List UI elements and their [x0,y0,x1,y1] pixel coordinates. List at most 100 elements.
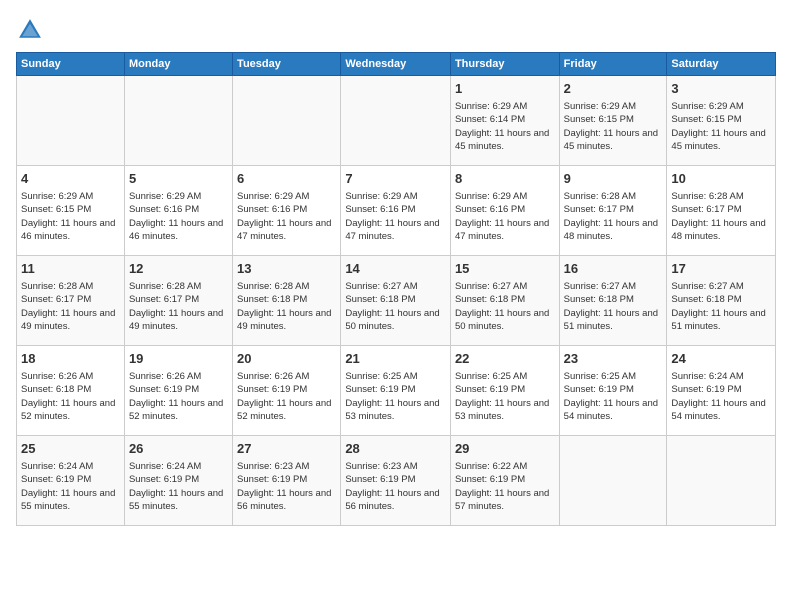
day-info: Sunrise: 6:23 AM Sunset: 6:19 PM Dayligh… [345,460,446,513]
day-number: 21 [345,350,446,368]
day-number: 11 [21,260,120,278]
day-cell: 21 Sunrise: 6:25 AM Sunset: 6:19 PM Dayli… [341,346,451,436]
week-row-3: 18 Sunrise: 6:26 AM Sunset: 6:18 PM Dayli… [17,346,776,436]
day-number: 18 [21,350,120,368]
day-cell: 9Sunrise: 6:28 AM Sunset: 6:17 PM Daylig… [559,166,667,256]
day-info: Sunrise: 6:28 AM Sunset: 6:17 PM Dayligh… [21,280,120,333]
day-cell: 7 Sunrise: 6:29 AM Sunset: 6:16 PM Daylig… [341,166,451,256]
day-cell: 19 Sunrise: 6:26 AM Sunset: 6:19 PM Dayli… [124,346,232,436]
day-number: 22 [455,350,555,368]
day-number: 17 [671,260,771,278]
header-cell-sunday: Sunday [17,53,125,76]
day-number: 23 [564,350,663,368]
day-cell: 22 Sunrise: 6:25 AM Sunset: 6:19 PM Dayli… [450,346,559,436]
day-cell: 29 Sunrise: 6:22 AM Sunset: 6:19 PM Dayli… [450,436,559,526]
week-row-4: 25Sunrise: 6:24 AM Sunset: 6:19 PM Dayli… [17,436,776,526]
header-row: SundayMondayTuesdayWednesdayThursdayFrid… [17,53,776,76]
day-info: Sunrise: 6:29 AM Sunset: 6:16 PM Dayligh… [455,190,555,243]
day-cell [667,436,776,526]
day-number: 13 [237,260,336,278]
week-row-2: 11 Sunrise: 6:28 AM Sunset: 6:17 PM Dayli… [17,256,776,346]
day-cell: 15 Sunrise: 6:27 AM Sunset: 6:18 PM Dayli… [450,256,559,346]
day-number: 12 [129,260,228,278]
day-cell: 8 Sunrise: 6:29 AM Sunset: 6:16 PM Daylig… [450,166,559,256]
day-info: Sunrise: 6:27 AM Sunset: 6:18 PM Dayligh… [671,280,771,333]
header-cell-monday: Monday [124,53,232,76]
day-number: 16 [564,260,663,278]
logo [16,16,48,44]
day-info: Sunrise: 6:27 AM Sunset: 6:18 PM Dayligh… [455,280,555,333]
day-number: 2 [564,80,663,98]
calendar-body: 1 Sunrise: 6:29 AM Sunset: 6:14 PM Daylig… [17,76,776,526]
day-info: Sunrise: 6:29 AM Sunset: 6:15 PM Dayligh… [671,100,771,153]
day-cell: 3 Sunrise: 6:29 AM Sunset: 6:15 PM Daylig… [667,76,776,166]
day-cell: 26Sunrise: 6:24 AM Sunset: 6:19 PM Dayli… [124,436,232,526]
header-cell-tuesday: Tuesday [233,53,341,76]
day-info: Sunrise: 6:23 AM Sunset: 6:19 PM Dayligh… [237,460,336,513]
day-number: 27 [237,440,336,458]
calendar-table: SundayMondayTuesdayWednesdayThursdayFrid… [16,52,776,526]
day-info: Sunrise: 6:27 AM Sunset: 6:18 PM Dayligh… [345,280,446,333]
day-cell [124,76,232,166]
header-cell-wednesday: Wednesday [341,53,451,76]
day-info: Sunrise: 6:29 AM Sunset: 6:16 PM Dayligh… [129,190,228,243]
calendar-header: SundayMondayTuesdayWednesdayThursdayFrid… [17,53,776,76]
day-info: Sunrise: 6:24 AM Sunset: 6:19 PM Dayligh… [21,460,120,513]
day-cell: 17 Sunrise: 6:27 AM Sunset: 6:18 PM Dayli… [667,256,776,346]
day-cell: 14 Sunrise: 6:27 AM Sunset: 6:18 PM Dayli… [341,256,451,346]
day-info: Sunrise: 6:25 AM Sunset: 6:19 PM Dayligh… [564,370,663,423]
day-number: 1 [455,80,555,98]
day-cell: 24 Sunrise: 6:24 AM Sunset: 6:19 PM Dayli… [667,346,776,436]
day-cell: 20 Sunrise: 6:26 AM Sunset: 6:19 PM Dayli… [233,346,341,436]
day-cell: 13Sunrise: 6:28 AM Sunset: 6:18 PM Dayli… [233,256,341,346]
day-number: 10 [671,170,771,188]
day-cell: 4Sunrise: 6:29 AM Sunset: 6:15 PM Daylig… [17,166,125,256]
day-number: 24 [671,350,771,368]
week-row-1: 4Sunrise: 6:29 AM Sunset: 6:15 PM Daylig… [17,166,776,256]
day-info: Sunrise: 6:27 AM Sunset: 6:18 PM Dayligh… [564,280,663,333]
day-cell: 10 Sunrise: 6:28 AM Sunset: 6:17 PM Dayli… [667,166,776,256]
day-info: Sunrise: 6:26 AM Sunset: 6:19 PM Dayligh… [129,370,228,423]
day-number: 28 [345,440,446,458]
week-row-0: 1 Sunrise: 6:29 AM Sunset: 6:14 PM Daylig… [17,76,776,166]
day-number: 7 [345,170,446,188]
day-number: 9 [564,170,663,188]
day-cell: 2 Sunrise: 6:29 AM Sunset: 6:15 PM Daylig… [559,76,667,166]
day-cell: 25Sunrise: 6:24 AM Sunset: 6:19 PM Dayli… [17,436,125,526]
day-number: 29 [455,440,555,458]
logo-icon [16,16,44,44]
day-cell [559,436,667,526]
day-info: Sunrise: 6:25 AM Sunset: 6:19 PM Dayligh… [345,370,446,423]
day-number: 6 [237,170,336,188]
day-cell: 28 Sunrise: 6:23 AM Sunset: 6:19 PM Dayli… [341,436,451,526]
day-cell: 18 Sunrise: 6:26 AM Sunset: 6:18 PM Dayli… [17,346,125,436]
day-number: 20 [237,350,336,368]
header-cell-saturday: Saturday [667,53,776,76]
header-cell-thursday: Thursday [450,53,559,76]
day-cell: 27 Sunrise: 6:23 AM Sunset: 6:19 PM Dayli… [233,436,341,526]
day-cell: 5Sunrise: 6:29 AM Sunset: 6:16 PM Daylig… [124,166,232,256]
day-number: 8 [455,170,555,188]
day-number: 19 [129,350,228,368]
day-info: Sunrise: 6:28 AM Sunset: 6:17 PM Dayligh… [671,190,771,243]
day-info: Sunrise: 6:24 AM Sunset: 6:19 PM Dayligh… [671,370,771,423]
day-cell [17,76,125,166]
day-cell: 12Sunrise: 6:28 AM Sunset: 6:17 PM Dayli… [124,256,232,346]
day-info: Sunrise: 6:29 AM Sunset: 6:16 PM Dayligh… [345,190,446,243]
day-number: 14 [345,260,446,278]
day-cell [233,76,341,166]
day-cell: 6Sunrise: 6:29 AM Sunset: 6:16 PM Daylig… [233,166,341,256]
day-info: Sunrise: 6:25 AM Sunset: 6:19 PM Dayligh… [455,370,555,423]
day-number: 3 [671,80,771,98]
day-cell: 11 Sunrise: 6:28 AM Sunset: 6:17 PM Dayli… [17,256,125,346]
day-info: Sunrise: 6:29 AM Sunset: 6:14 PM Dayligh… [455,100,555,153]
day-info: Sunrise: 6:26 AM Sunset: 6:18 PM Dayligh… [21,370,120,423]
day-info: Sunrise: 6:22 AM Sunset: 6:19 PM Dayligh… [455,460,555,513]
day-info: Sunrise: 6:29 AM Sunset: 6:15 PM Dayligh… [564,100,663,153]
day-info: Sunrise: 6:29 AM Sunset: 6:15 PM Dayligh… [21,190,120,243]
day-cell [341,76,451,166]
day-info: Sunrise: 6:26 AM Sunset: 6:19 PM Dayligh… [237,370,336,423]
day-info: Sunrise: 6:24 AM Sunset: 6:19 PM Dayligh… [129,460,228,513]
day-cell: 1 Sunrise: 6:29 AM Sunset: 6:14 PM Daylig… [450,76,559,166]
day-number: 15 [455,260,555,278]
